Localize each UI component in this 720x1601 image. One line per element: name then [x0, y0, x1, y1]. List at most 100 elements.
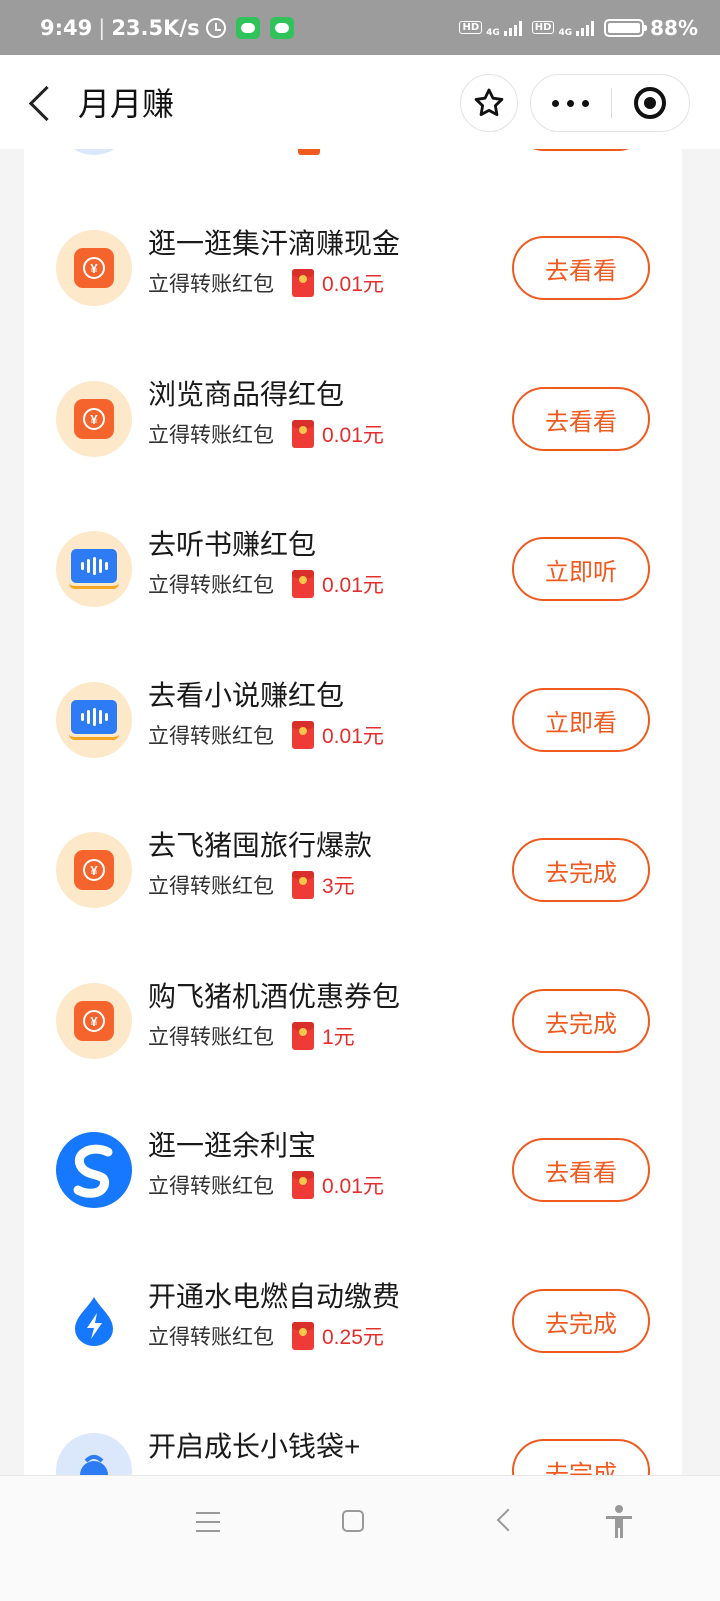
- task-title: 去看小说赚红包: [148, 680, 345, 711]
- task-reward: 立得转账红包 0.01元: [148, 1170, 384, 1200]
- accessibility-icon[interactable]: [604, 1504, 634, 1540]
- task-reward: 立得转账红包 1元: [148, 1021, 355, 1051]
- task-action-button[interactable]: 去看看: [512, 1138, 650, 1202]
- task-action-button[interactable]: 立即看: [512, 688, 650, 752]
- nav-back-icon[interactable]: [496, 1508, 520, 1532]
- signal-icon-2: [574, 20, 595, 36]
- reward-amount: 0.01元: [322, 273, 384, 296]
- home-icon[interactable]: [342, 1510, 364, 1532]
- network-type-2: 4G: [558, 27, 573, 38]
- mini-program-header: 月月赚: [0, 55, 720, 149]
- reward-amount: 0.01元: [322, 424, 384, 447]
- more-options-icon[interactable]: [531, 99, 611, 107]
- task-reward: 立得转账红包 0.25元: [148, 1321, 384, 1351]
- task-title: 开启成长小钱袋+: [148, 1431, 361, 1462]
- task-row: 去听书赚红包 立得转账红包 0.01元 立即听: [24, 519, 682, 619]
- network-speed: 23.5K/s: [111, 15, 200, 40]
- reward-amount: 1元: [322, 1026, 355, 1049]
- back-arrow-icon[interactable]: [24, 85, 58, 119]
- task-subtitle: 立得转账红包: [148, 1326, 274, 1349]
- red-packet-icon: [292, 1171, 314, 1199]
- yen-bag-icon: ¥: [56, 983, 132, 1059]
- favorite-button[interactable]: [460, 74, 518, 132]
- partial-task-row: [24, 149, 682, 155]
- battery-level: 88%: [650, 15, 698, 40]
- task-row: 开通水电燃自动缴费 立得转账红包 0.25元 去完成: [24, 1271, 682, 1371]
- task-subtitle: 立得转账红包: [148, 424, 274, 447]
- audiobook-icon: [56, 531, 132, 607]
- task-action-button[interactable]: 去完成: [512, 1439, 650, 1475]
- recent-apps-icon[interactable]: [196, 1512, 220, 1532]
- alarm-icon: [205, 17, 226, 38]
- task-reward: 立得转账红包 0.01元: [148, 419, 384, 449]
- red-packet-icon: [292, 871, 314, 899]
- reward-amount: 0.01元: [322, 1175, 384, 1198]
- red-packet-icon: [292, 420, 314, 448]
- yulibao-icon: [56, 1132, 132, 1208]
- hd-badge: HD: [459, 21, 483, 34]
- task-title: 去听书赚红包: [148, 529, 317, 560]
- task-subtitle: 立得转账红包: [148, 273, 274, 296]
- task-title: 购飞猪机酒优惠券包: [148, 981, 401, 1012]
- yen-bag-icon: ¥: [56, 230, 132, 306]
- reward-amount: 3元: [322, 875, 355, 898]
- task-title: 开通水电燃自动缴费: [148, 1281, 401, 1312]
- task-reward: 立得转账红包 0.01元: [148, 569, 384, 599]
- system-navigation-bar: [0, 1475, 720, 1601]
- close-mini-program-icon[interactable]: [612, 87, 690, 119]
- red-packet-icon: [292, 269, 314, 297]
- wechat-icon: [235, 16, 260, 39]
- task-action-button[interactable]: 立即听: [512, 537, 650, 601]
- task-subtitle: 立得转账红包: [148, 1026, 274, 1049]
- partial-row-button[interactable]: [512, 149, 650, 151]
- red-packet-icon: [292, 1022, 314, 1050]
- red-packet-icon: [292, 570, 314, 598]
- utility-bolt-icon: [56, 1283, 132, 1359]
- task-row: 去看小说赚红包 立得转账红包 0.01元 立即看: [24, 670, 682, 770]
- red-packet-icon: [292, 1322, 314, 1350]
- task-row: 开启成长小钱袋+ 去完成: [24, 1421, 682, 1475]
- yen-bag-icon: ¥: [56, 832, 132, 908]
- task-subtitle: 立得转账红包: [148, 725, 274, 748]
- task-reward: 立得转账红包 0.01元: [148, 720, 384, 750]
- task-row: ¥ 浏览商品得红包 立得转账红包 0.01元 去看看: [24, 369, 682, 469]
- money-bag-icon: [56, 1433, 132, 1475]
- task-reward: 立得转账红包 3元: [148, 870, 355, 900]
- task-title: 逛一逛集汗滴赚现金: [148, 228, 401, 259]
- task-action-button[interactable]: 去完成: [512, 989, 650, 1053]
- task-row: ¥ 购飞猪机酒优惠券包 立得转账红包 1元 去完成: [24, 971, 682, 1071]
- task-subtitle: 立得转账红包: [148, 875, 274, 898]
- battery-icon: [604, 18, 648, 37]
- red-packet-icon: [298, 149, 320, 155]
- network-type: 4G: [486, 27, 500, 38]
- task-row: ¥ 去飞猪囤旅行爆款 立得转账红包 3元 去完成: [24, 820, 682, 920]
- task-reward: 立得转账红包 0.01元: [148, 268, 384, 298]
- task-row: ¥ 逛一逛集汗滴赚现金 立得转账红包 0.01元 去看看: [24, 218, 682, 318]
- task-action-button[interactable]: 去看看: [512, 387, 650, 451]
- star-icon: [474, 88, 504, 117]
- yen-bag-icon: ¥: [56, 381, 132, 457]
- task-title: 去飞猪囤旅行爆款: [148, 830, 373, 861]
- task-action-button[interactable]: 去完成: [512, 838, 650, 902]
- signal-icon: [502, 20, 522, 36]
- status-bar: 9:49 | 23.5K/s HD 4G HD 4G 88%: [0, 0, 720, 55]
- capsule-menu: [530, 74, 690, 132]
- clock: 9:49: [40, 15, 93, 40]
- task-row: 逛一逛余利宝 立得转账红包 0.01元 去看看: [24, 1120, 682, 1220]
- reward-amount: 0.01元: [322, 574, 384, 597]
- task-subtitle: 立得转账红包: [148, 574, 274, 597]
- task-action-button[interactable]: 去看看: [512, 236, 650, 300]
- red-packet-icon: [292, 721, 314, 749]
- wechat-icon-2: [269, 16, 294, 39]
- page-title: 月月赚: [78, 86, 175, 122]
- partial-row-icon: [56, 149, 132, 155]
- hd-badge-2: HD: [531, 21, 555, 34]
- task-title: 浏览商品得红包: [148, 379, 345, 410]
- task-list: ¥ 逛一逛集汗滴赚现金 立得转账红包 0.01元 去看看 ¥ 浏览商品得红包 立…: [24, 149, 682, 1475]
- task-title: 逛一逛余利宝: [148, 1130, 317, 1161]
- task-subtitle: 立得转账红包: [148, 1175, 274, 1198]
- reward-amount: 0.01元: [322, 725, 384, 748]
- audiobook-icon: [56, 682, 132, 758]
- status-separator: |: [98, 15, 106, 40]
- task-action-button[interactable]: 去完成: [512, 1289, 650, 1353]
